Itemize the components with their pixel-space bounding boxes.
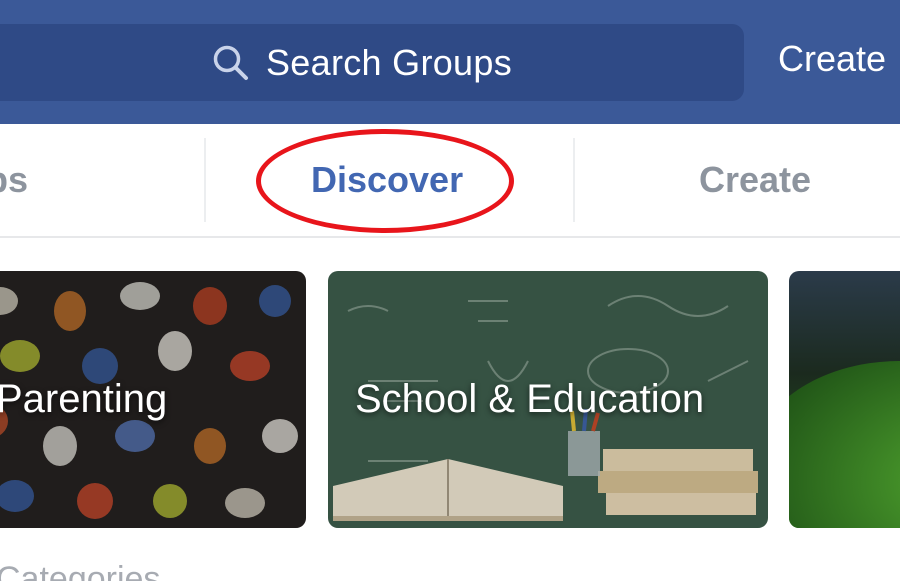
- category-card-parenting[interactable]: Parenting: [0, 271, 306, 528]
- tab-discover[interactable]: Discover: [311, 124, 463, 236]
- groups-discover-screen: Search Groups Create oups Discover Creat…: [0, 0, 900, 581]
- card-label-school-education: School & Education: [355, 377, 705, 421]
- tab-create[interactable]: Create: [699, 124, 811, 236]
- category-card-sports[interactable]: [789, 271, 900, 528]
- tab-divider: [573, 138, 575, 222]
- tab-groups[interactable]: oups: [0, 124, 28, 236]
- categories-section-title: Categories: [0, 560, 161, 581]
- search-content: Search Groups: [212, 42, 512, 84]
- tab-bar: oups Discover Create: [0, 124, 900, 238]
- category-card-school-education[interactable]: School & Education: [328, 271, 768, 528]
- sports-card-image: [789, 271, 900, 528]
- header-bar: Search Groups Create: [0, 0, 900, 124]
- search-placeholder: Search Groups: [265, 41, 513, 83]
- create-group-button[interactable]: Create: [778, 38, 886, 80]
- tab-divider: [204, 138, 206, 222]
- search-icon: [212, 44, 250, 82]
- card-label-parenting: Parenting: [0, 377, 168, 421]
- search-bar[interactable]: Search Groups: [0, 24, 744, 101]
